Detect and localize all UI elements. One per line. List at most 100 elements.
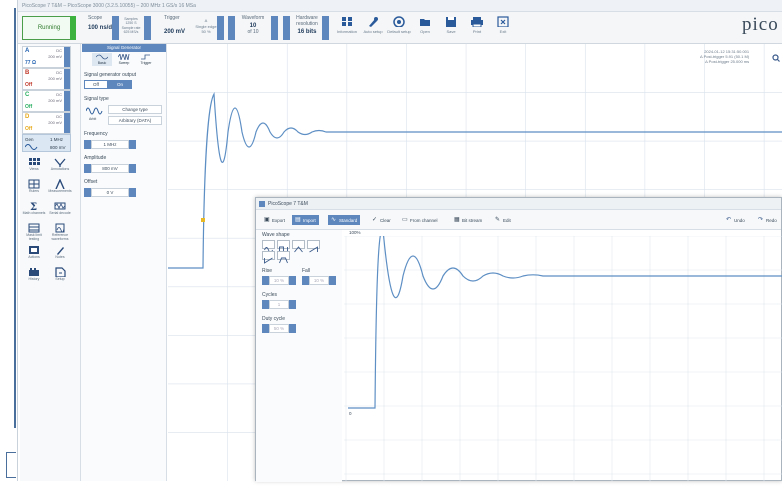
dc-level-shape-button[interactable] <box>277 251 290 264</box>
panel-title: Signal Generator <box>82 44 166 52</box>
mask-limit-label: Mask limit testing <box>26 233 42 241</box>
trigger-stepper[interactable] <box>217 16 224 40</box>
amplitude-decrease[interactable] <box>84 164 91 173</box>
serial-decoding-tool[interactable]: Serial decode <box>48 201 72 225</box>
channel-range: 200 mV <box>48 76 62 81</box>
duty-input[interactable]: 50 % <box>269 324 289 333</box>
math-channels-tool[interactable]: Σ Math channels <box>22 201 46 225</box>
cycles-increase[interactable] <box>289 300 296 309</box>
channel-d-card[interactable]: D DC 200 mV Off <box>22 112 71 134</box>
actions-tool[interactable]: Actions <box>22 245 46 269</box>
timebase-stepper[interactable] <box>112 16 119 40</box>
reference-waveforms-tool[interactable]: Reference waveforms <box>48 223 72 247</box>
print-button[interactable]: Print <box>464 16 490 40</box>
cycles-input[interactable]: 1 <box>269 300 289 309</box>
duty-decrease[interactable] <box>262 324 269 333</box>
mask-limit-tool[interactable]: Mask limit testing <box>22 223 46 247</box>
amplitude-input[interactable]: 800 mV <box>91 164 129 173</box>
run-stop-button[interactable]: Running <box>22 16 76 40</box>
signal-generator-strip[interactable]: Gen 1 MHz 800 mV <box>22 134 71 152</box>
edit-button[interactable]: ✎ Edit <box>492 215 514 225</box>
channel-expand-handle[interactable] <box>64 69 70 89</box>
notes-tool[interactable]: Notes <box>48 245 72 269</box>
triangle-shape-button[interactable] <box>292 240 305 253</box>
measurements-tool[interactable]: Measurements <box>48 179 72 203</box>
change-type-button[interactable]: Change type <box>108 105 162 114</box>
samples-stepper[interactable] <box>144 16 151 40</box>
from-channel-button[interactable]: ▭ From channel <box>399 215 441 225</box>
exit-button[interactable]: Exit <box>490 16 516 40</box>
clear-button[interactable]: ✓ Clear <box>369 215 394 225</box>
rise-input[interactable]: 10 % <box>269 276 289 285</box>
channel-range: 200 mV <box>48 54 62 59</box>
frequency-increase[interactable] <box>129 140 136 149</box>
square-shape-button[interactable] <box>277 240 290 253</box>
frequency-decrease[interactable] <box>84 140 91 149</box>
waveform-control[interactable]: Waveform 10 of 10 <box>235 15 271 41</box>
fall-decrease[interactable] <box>302 276 309 285</box>
frequency-label: Frequency <box>84 131 108 137</box>
views-tool[interactable]: Views <box>22 157 46 181</box>
zoom-icon[interactable] <box>772 54 780 62</box>
information-button[interactable]: Information <box>334 16 360 40</box>
offset-value: 0 V <box>106 190 114 195</box>
rulers-tool[interactable]: Rulers <box>22 179 46 203</box>
cycles-decrease[interactable] <box>262 300 269 309</box>
resolution-up-button[interactable] <box>322 16 329 40</box>
setup-tool[interactable]: Setup <box>48 267 72 291</box>
ramp-down-shape-button[interactable] <box>262 251 275 264</box>
resolution-control[interactable]: Hardware resolution 16 bits <box>292 15 322 41</box>
auto-setup-button[interactable]: Auto setup <box>360 16 386 40</box>
sine-shape-button[interactable] <box>262 240 275 253</box>
amplitude-increase[interactable] <box>129 164 136 173</box>
standard-button[interactable]: ∿ Standard <box>328 215 361 225</box>
trigger-marker[interactable] <box>201 218 205 222</box>
waveform-next-button[interactable] <box>271 16 278 40</box>
waveform-editor-canvas[interactable] <box>344 236 782 482</box>
clear-label: Clear <box>380 217 391 223</box>
channel-expand-handle[interactable] <box>64 91 70 111</box>
open-label: Open <box>420 29 430 34</box>
window-title-bar: PicoScope 7 T&M – PicoScope 3000 (3.2.5.… <box>18 0 782 12</box>
resolution-down-button[interactable] <box>283 16 290 40</box>
standard-label: Standard <box>339 217 358 223</box>
output-on-button[interactable]: On <box>108 80 132 89</box>
output-off-button[interactable]: Off <box>84 80 108 89</box>
exit-label: Exit <box>499 29 507 34</box>
duty-increase[interactable] <box>289 324 296 333</box>
fall-input[interactable]: 10 % <box>309 276 329 285</box>
arbitrary-name-field[interactable]: Arbitrary (DATA) <box>108 116 162 125</box>
offset-input[interactable]: 0 V <box>91 188 129 197</box>
waveform-prev-button[interactable] <box>228 16 235 40</box>
default-setup-button[interactable]: Default setup <box>386 16 412 40</box>
arbitrary-wave-icon[interactable] <box>86 105 104 115</box>
frequency-input[interactable]: 1 MHz <box>91 140 129 149</box>
channel-c-card[interactable]: C DC 200 mV Off <box>22 90 71 112</box>
save-button[interactable]: Save <box>438 16 464 40</box>
rise-increase[interactable] <box>289 276 296 285</box>
on-label: On <box>116 82 123 87</box>
channel-expand-handle[interactable] <box>64 47 70 67</box>
import-button[interactable]: ▤ Import <box>292 215 319 225</box>
open-button[interactable]: Open <box>412 16 438 40</box>
offset-increase[interactable] <box>129 188 136 197</box>
undo-button[interactable]: ↶ Undo <box>723 215 748 225</box>
print-label: Print <box>472 29 482 34</box>
channel-expand-handle[interactable] <box>64 113 70 133</box>
fall-increase[interactable] <box>329 276 336 285</box>
channel-name: A <box>25 48 30 54</box>
offset-decrease[interactable] <box>84 188 91 197</box>
export-button[interactable]: ▣ Export <box>261 215 288 225</box>
annotations-tool[interactable]: Annotations <box>48 157 72 181</box>
channel-b-card[interactable]: B DC 200 mV Off <box>22 68 71 90</box>
history-tool[interactable]: History <box>22 267 46 291</box>
bit-stream-button[interactable]: ▦ Bit stream <box>451 215 485 225</box>
math-channels-icon: Σ <box>30 202 37 211</box>
ramp-up-shape-button[interactable] <box>307 240 320 253</box>
channel-state: Off <box>25 126 33 132</box>
export-label: Export <box>272 217 286 223</box>
channel-a-card[interactable]: A DC 200 mV 77 Ω <box>22 46 71 68</box>
rise-decrease[interactable] <box>262 276 269 285</box>
redo-button[interactable]: ↷ Redo <box>755 215 780 225</box>
output-label: Signal generator output <box>84 72 136 78</box>
